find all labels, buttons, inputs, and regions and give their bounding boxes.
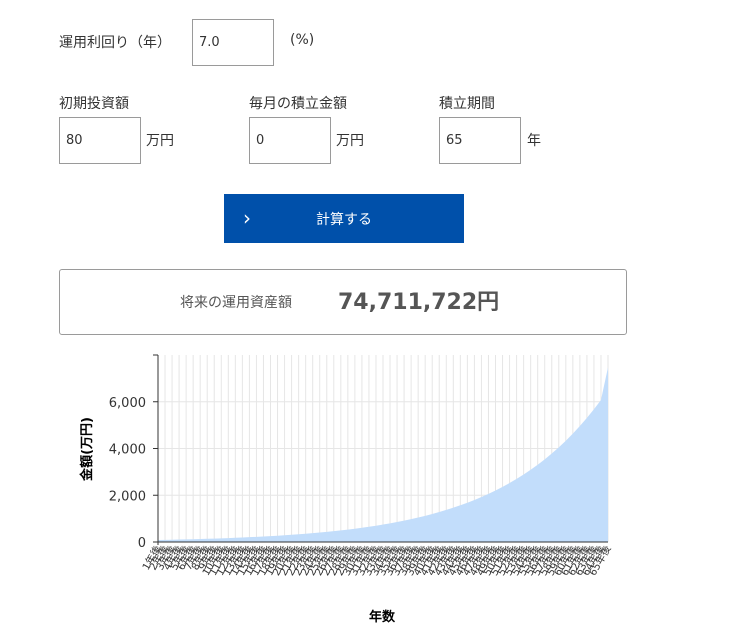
y-tick-label: 2,000: [109, 489, 146, 504]
y-tick-label: 4,000: [109, 443, 146, 458]
y-axis-title: 金額(万円): [79, 417, 95, 482]
x-axis-title: 年数: [369, 609, 396, 625]
y-tick-label: 0: [138, 536, 146, 551]
growth-area-chart: 02,0004,0006,0001年後2年後3年後4年後5年後6年後7年後8年後…: [79, 354, 614, 625]
y-tick-label: 6,000: [109, 396, 146, 411]
